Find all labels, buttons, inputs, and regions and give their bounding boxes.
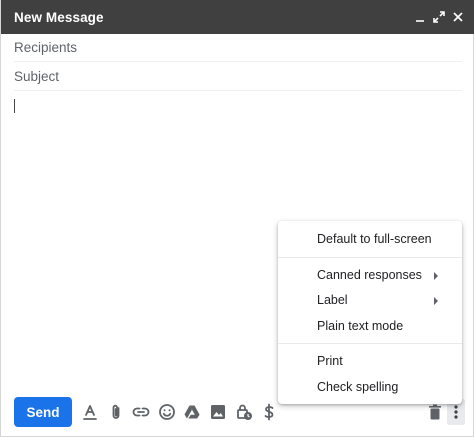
menu-item-default-full-screen[interactable]: Default to full-screen: [278, 227, 462, 253]
compose-window: New Message Send: [0, 0, 474, 437]
expand-icon[interactable]: [430, 8, 448, 26]
menu-item-label: Canned responses: [317, 267, 422, 282]
drive-icon[interactable]: [182, 402, 202, 422]
recipients-input[interactable]: [14, 34, 462, 61]
close-icon[interactable]: [449, 8, 467, 26]
menu-item-label-submenu[interactable]: Label: [278, 288, 462, 314]
text-cursor: [14, 99, 15, 113]
menu-item-label: Default to full-screen: [317, 232, 432, 246]
menu-item-print[interactable]: Print: [278, 349, 462, 375]
compose-titlebar[interactable]: New Message: [1, 0, 474, 34]
money-icon[interactable]: [259, 402, 279, 422]
menu-item-plain-text-mode[interactable]: Plain text mode: [278, 314, 462, 340]
photo-icon[interactable]: [208, 402, 228, 422]
submenu-arrow-icon: [434, 271, 438, 280]
compose-title: New Message: [14, 10, 104, 25]
format-text-icon[interactable]: [80, 402, 100, 422]
emoji-icon[interactable]: [157, 402, 177, 422]
trash-icon[interactable]: [425, 402, 445, 422]
menu-item-canned-responses[interactable]: Canned responses: [278, 263, 462, 289]
recipients-field[interactable]: [14, 34, 462, 62]
menu-divider: [278, 343, 462, 344]
menu-item-label: Check spelling: [317, 379, 399, 394]
menu-item-check-spelling[interactable]: Check spelling: [278, 375, 462, 401]
submenu-arrow-icon: [434, 297, 438, 305]
subject-input[interactable]: [14, 63, 462, 90]
confidential-icon[interactable]: [234, 402, 254, 422]
more-options-menu: Default to full-screen Canned responses …: [278, 221, 462, 404]
menu-item-label: Plain text mode: [317, 318, 404, 333]
subject-field[interactable]: [14, 63, 462, 91]
minimize-icon[interactable]: [411, 8, 429, 26]
menu-divider: [278, 256, 462, 258]
send-button[interactable]: Send: [14, 397, 72, 427]
menu-item-label: Print: [317, 354, 343, 368]
attach-icon[interactable]: [106, 402, 126, 422]
link-icon[interactable]: [131, 402, 151, 422]
menu-item-label: Label: [317, 293, 348, 307]
